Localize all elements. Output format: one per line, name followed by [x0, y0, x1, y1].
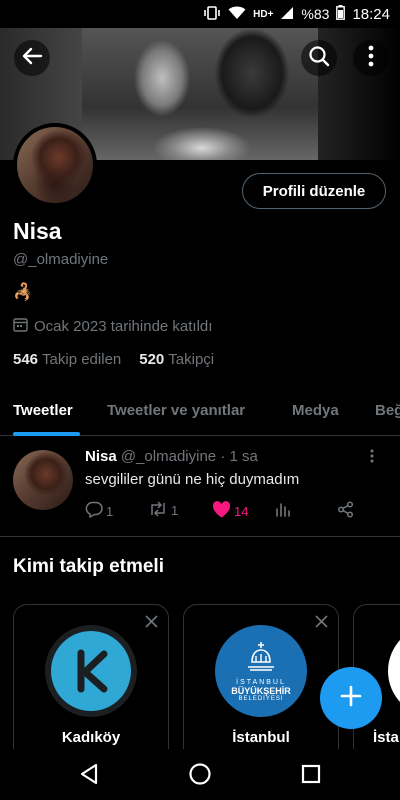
ibb-logo-line1: İSTANBUL	[236, 679, 286, 686]
reply-icon	[85, 501, 103, 521]
profile-avatar[interactable]	[13, 123, 97, 207]
tweet-avatar[interactable]	[13, 450, 73, 510]
calendar-icon	[13, 317, 28, 336]
edit-profile-button[interactable]: Profili düzenle	[242, 173, 386, 209]
plus-icon	[340, 685, 362, 712]
close-icon	[145, 615, 158, 632]
ibb-logo-line3: BELEDİYESİ	[238, 696, 284, 702]
suggestion-name: İsta	[373, 729, 399, 746]
suggestion-card[interactable]: İSTANBUL BÜYÜKŞEHİR BELEDİYESİ İstanbul	[183, 604, 339, 749]
tweet-item[interactable]: Nisa @_olmadiyine · 1 sa sevgililer günü…	[0, 437, 400, 537]
suggestion-avatar[interactable]	[388, 625, 400, 717]
following-label: Takip edilen	[42, 351, 122, 368]
follow-counts: 546 Takip edilen 520 Takipçi	[13, 351, 214, 368]
profile-name: Nisa	[13, 218, 62, 244]
tweet-author-name: Nisa	[85, 448, 117, 465]
following-link[interactable]: 546 Takip edilen	[13, 351, 121, 368]
ibb-emblem-icon	[246, 640, 276, 677]
triangle-back-icon	[78, 763, 100, 790]
retweet-icon	[148, 501, 168, 520]
arrow-left-icon	[21, 45, 43, 72]
dismiss-button[interactable]	[315, 615, 328, 633]
wifi-icon	[228, 6, 246, 23]
analytics-icon	[275, 501, 291, 520]
back-button[interactable]	[14, 40, 50, 76]
tweet-author-handle: @_olmadiyine	[120, 448, 217, 465]
tweet-more-button[interactable]	[370, 449, 374, 468]
followers-count: 520	[139, 351, 165, 368]
clock: 18:24	[352, 5, 390, 23]
signal-icon	[280, 6, 294, 23]
ibb-avatar[interactable]: İSTANBUL BÜYÜKŞEHİR BELEDİYESİ	[215, 625, 307, 717]
profile-handle: @_olmadiyine	[13, 251, 109, 268]
tweet-header: Nisa @_olmadiyine · 1 sa	[85, 448, 258, 465]
who-to-follow-title: Kimi takip etmeli	[13, 556, 164, 577]
heart-icon	[212, 501, 231, 521]
tweet-actions: 1 1 14	[85, 501, 375, 521]
like-count: 14	[234, 503, 249, 519]
more-vertical-icon	[370, 449, 374, 467]
close-icon	[315, 615, 328, 632]
profile-tabs: Tweetler Tweetler ve yanıtlar Medya Beğ	[0, 388, 400, 436]
suggestion-name: Kadıköy	[61, 729, 121, 746]
retweet-button[interactable]: 1	[148, 501, 178, 520]
square-recents-icon	[300, 764, 322, 790]
ibb-logo-line2: BÜYÜKŞEHİR	[231, 686, 291, 696]
nav-recents-button[interactable]	[300, 762, 322, 791]
reply-count: 1	[106, 503, 114, 519]
more-vertical-icon	[368, 45, 374, 72]
tab-media[interactable]: Medya	[292, 402, 339, 419]
joined-date: Ocak 2023 tarihinde katıldı	[13, 317, 212, 336]
kadikoy-logo-icon	[51, 631, 131, 711]
battery-percent: %83	[301, 6, 330, 22]
more-options-button[interactable]	[353, 40, 389, 76]
circle-home-icon	[188, 763, 212, 790]
battery-icon	[336, 5, 346, 23]
active-tab-indicator	[13, 432, 80, 436]
followers-link[interactable]: 520 Takipçi	[139, 351, 214, 368]
kadikoy-avatar[interactable]	[45, 625, 137, 717]
compose-tweet-button[interactable]	[320, 667, 382, 729]
tab-tweets-and-replies[interactable]: Tweetler ve yanıtlar	[107, 402, 245, 419]
joined-text: Ocak 2023 tarihinde katıldı	[34, 318, 213, 335]
banner-photo	[82, 28, 318, 160]
search-icon	[308, 45, 330, 72]
share-icon	[337, 501, 354, 521]
tweet-separator: ·	[220, 448, 226, 465]
reply-button[interactable]: 1	[85, 501, 113, 521]
vibrate-icon	[203, 5, 221, 23]
suggestion-name: İstanbul	[232, 729, 290, 746]
nav-back-button[interactable]	[78, 762, 100, 791]
share-button[interactable]	[337, 501, 354, 521]
retweet-count: 1	[171, 503, 179, 518]
tweet-time: 1 sa	[229, 448, 258, 465]
tweet-text: sevgililer günü ne hiç duymadım	[85, 471, 300, 488]
following-count: 546	[13, 351, 39, 368]
suggestion-card[interactable]: Kadıköy	[13, 604, 169, 749]
system-nav-bar	[0, 750, 400, 800]
profile-bio: 🦂	[13, 284, 33, 301]
followers-label: Takipçi	[168, 351, 215, 368]
search-button[interactable]	[301, 40, 337, 76]
nav-home-button[interactable]	[188, 762, 212, 791]
dismiss-button[interactable]	[145, 615, 158, 633]
like-button[interactable]: 14	[212, 501, 248, 521]
analytics-button[interactable]	[275, 501, 291, 520]
tab-likes[interactable]: Beğ	[375, 402, 400, 419]
tab-tweets[interactable]: Tweetler	[13, 402, 73, 419]
network-type: HD+	[253, 8, 274, 20]
status-bar: HD+ %83 18:24	[0, 0, 400, 28]
